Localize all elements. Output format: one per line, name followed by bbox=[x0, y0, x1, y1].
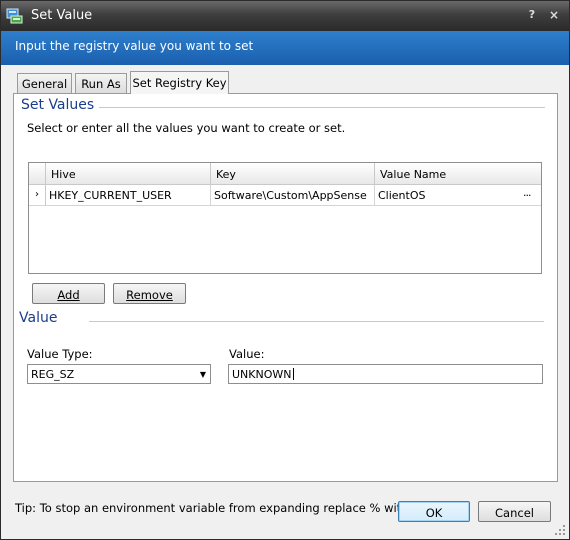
close-icon[interactable]: × bbox=[547, 8, 561, 22]
row-selector-icon[interactable]: › bbox=[29, 185, 46, 206]
banner-text: Input the registry value you want to set bbox=[15, 39, 254, 53]
resize-grip-icon[interactable] bbox=[554, 524, 566, 536]
add-button[interactable]: Add bbox=[32, 283, 105, 304]
registry-values-grid[interactable]: Hive Key Value Name › HKEY_CURRENT_USER … bbox=[28, 162, 542, 274]
add-button-label: Add bbox=[57, 288, 80, 302]
section-divider bbox=[89, 321, 544, 322]
chevron-down-icon[interactable]: ▼ bbox=[200, 370, 206, 379]
cell-key[interactable]: Software\Custom\AppSense bbox=[211, 185, 375, 206]
value-label: Value: bbox=[229, 347, 265, 361]
value-type-select[interactable]: REG_SZ ▼ bbox=[27, 364, 211, 384]
ellipsis-button[interactable]: ··· bbox=[523, 189, 531, 202]
value-type-label: Value Type: bbox=[27, 347, 93, 361]
column-header-hive[interactable]: Hive bbox=[46, 163, 211, 185]
remove-button-label: Remove bbox=[126, 288, 173, 302]
value-input[interactable]: UNKNOWN bbox=[228, 364, 543, 384]
ok-button[interactable]: OK bbox=[398, 501, 470, 522]
tip-text: Tip: To stop an environment variable fro… bbox=[15, 501, 438, 515]
section-divider bbox=[99, 107, 545, 108]
set-values-heading: Set Values bbox=[21, 97, 95, 113]
tab-run-as[interactable]: Run As bbox=[75, 73, 127, 93]
cell-value-name[interactable]: ClientOS bbox=[375, 185, 541, 206]
tab-set-registry-key[interactable]: Set Registry Key bbox=[130, 71, 229, 94]
window-title: Set Value bbox=[31, 8, 93, 23]
instructions-text: Select or enter all the values you want … bbox=[27, 121, 346, 135]
set-value-dialog: Set Value ? × Input the registry value y… bbox=[0, 0, 570, 540]
column-header-value-name[interactable]: Value Name bbox=[375, 163, 541, 185]
text-caret bbox=[292, 368, 294, 380]
registry-icon bbox=[6, 8, 23, 24]
value-type-selected: REG_SZ bbox=[31, 368, 75, 381]
tab-general[interactable]: General bbox=[17, 73, 72, 93]
cell-hive[interactable]: HKEY_CURRENT_USER bbox=[46, 185, 211, 206]
remove-button[interactable]: Remove bbox=[113, 283, 186, 304]
cancel-button[interactable]: Cancel bbox=[478, 501, 551, 522]
grid-corner-header bbox=[29, 163, 46, 185]
value-input-text: UNKNOWN bbox=[232, 368, 292, 381]
title-bar[interactable]: Set Value ? × bbox=[1, 1, 569, 31]
instruction-banner: Input the registry value you want to set bbox=[1, 31, 569, 65]
help-icon[interactable]: ? bbox=[525, 8, 539, 22]
column-header-key[interactable]: Key bbox=[211, 163, 375, 185]
value-heading: Value bbox=[19, 310, 58, 326]
